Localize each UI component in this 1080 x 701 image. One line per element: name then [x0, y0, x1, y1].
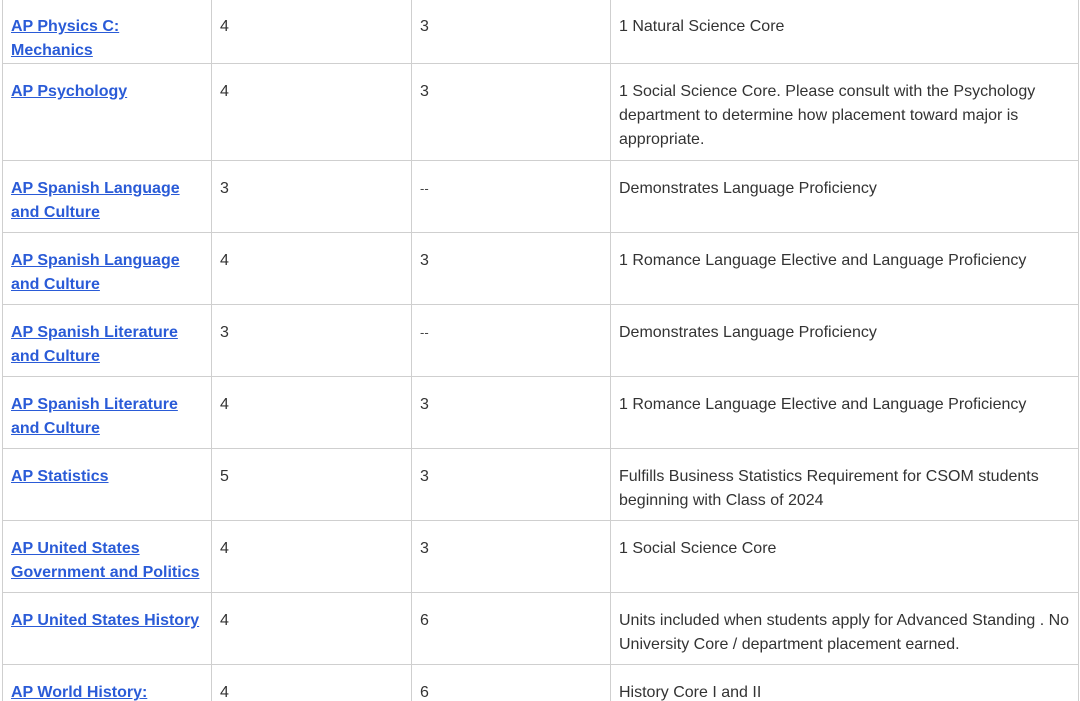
notes-cell: Demonstrates Language Proficiency — [610, 160, 1079, 233]
notes-cell: Fulfills Business Statistics Requirement… — [610, 448, 1079, 521]
exam-link[interactable]: AP Psychology — [11, 83, 127, 100]
exam-link[interactable]: AP Spanish Literature and Culture — [11, 324, 178, 365]
score-cell: 3 — [211, 160, 412, 233]
table-row: AP World History: Modern 4 6 History Cor… — [2, 664, 1079, 701]
exam-link[interactable]: AP United States History — [11, 612, 199, 629]
exam-cell: AP Psychology — [2, 63, 212, 161]
score-cell: 4 — [211, 232, 412, 305]
exam-link[interactable]: AP Statistics — [11, 468, 109, 485]
exam-cell: AP Spanish Language and Culture — [2, 232, 212, 305]
exam-cell: AP Spanish Literature and Culture — [2, 304, 212, 377]
table-row: AP Spanish Language and Culture 4 3 1 Ro… — [2, 232, 1079, 305]
credit-cell: 3 — [411, 376, 611, 449]
table-row: AP Spanish Literature and Culture 3 -- D… — [2, 304, 1079, 377]
table-row: AP Physics C: Mechanics 4 3 1 Natural Sc… — [2, 0, 1079, 64]
score-cell: 4 — [211, 664, 412, 701]
notes-cell: 1 Natural Science Core — [610, 0, 1079, 64]
page: AP Physics C: Mechanics 4 3 1 Natural Sc… — [0, 0, 1080, 701]
notes-cell: Demonstrates Language Proficiency — [610, 304, 1079, 377]
table-row: AP Spanish Language and Culture 3 -- Dem… — [2, 160, 1079, 233]
notes-cell: History Core I and II — [610, 664, 1079, 701]
exam-cell: AP World History: Modern — [2, 664, 212, 701]
score-cell: 4 — [211, 376, 412, 449]
notes-cell: 1 Romance Language Elective and Language… — [610, 232, 1079, 305]
credit-cell: -- — [411, 304, 611, 377]
notes-cell: 1 Social Science Core — [610, 520, 1079, 593]
score-cell: 3 — [211, 304, 412, 377]
table-row: AP United States Government and Politics… — [2, 520, 1079, 593]
credit-cell: 3 — [411, 232, 611, 305]
credit-cell: 3 — [411, 63, 611, 161]
score-cell: 4 — [211, 592, 412, 665]
notes-cell: 1 Romance Language Elective and Language… — [610, 376, 1079, 449]
credit-cell: -- — [411, 160, 611, 233]
exam-link[interactable]: AP Physics C: Mechanics — [11, 18, 119, 59]
exam-cell: AP Spanish Literature and Culture — [2, 376, 212, 449]
exam-cell: AP United States Government and Politics — [2, 520, 212, 593]
credit-cell: 3 — [411, 0, 611, 64]
notes-cell: 1 Social Science Core. Please consult wi… — [610, 63, 1079, 161]
exam-link[interactable]: AP Spanish Literature and Culture — [11, 396, 178, 437]
notes-cell: Units included when students apply for A… — [610, 592, 1079, 665]
table-row: AP Psychology 4 3 1 Social Science Core.… — [2, 63, 1079, 161]
score-cell: 4 — [211, 520, 412, 593]
credit-cell: 6 — [411, 664, 611, 701]
credit-cell: 3 — [411, 448, 611, 521]
table-row: AP Statistics 5 3 Fulfills Business Stat… — [2, 448, 1079, 521]
score-cell: 4 — [211, 63, 412, 161]
exam-link[interactable]: AP Spanish Language and Culture — [11, 252, 180, 293]
exam-cell: AP Spanish Language and Culture — [2, 160, 212, 233]
credit-cell: 6 — [411, 592, 611, 665]
exam-cell: AP Physics C: Mechanics — [2, 0, 212, 64]
table-row: AP Spanish Literature and Culture 4 3 1 … — [2, 376, 1079, 449]
credit-cell: 3 — [411, 520, 611, 593]
score-cell: 5 — [211, 448, 412, 521]
table-row: AP United States History 4 6 Units inclu… — [2, 592, 1079, 665]
exam-cell: AP United States History — [2, 592, 212, 665]
exam-link[interactable]: AP Spanish Language and Culture — [11, 180, 180, 221]
score-cell: 4 — [211, 0, 412, 64]
exam-cell: AP Statistics — [2, 448, 212, 521]
no-credit-dash: -- — [420, 325, 429, 340]
ap-credit-table: AP Physics C: Mechanics 4 3 1 Natural Sc… — [2, 0, 1079, 701]
no-credit-dash: -- — [420, 181, 429, 196]
exam-link[interactable]: AP World History: Modern — [11, 684, 147, 701]
exam-link[interactable]: AP United States Government and Politics — [11, 540, 199, 581]
